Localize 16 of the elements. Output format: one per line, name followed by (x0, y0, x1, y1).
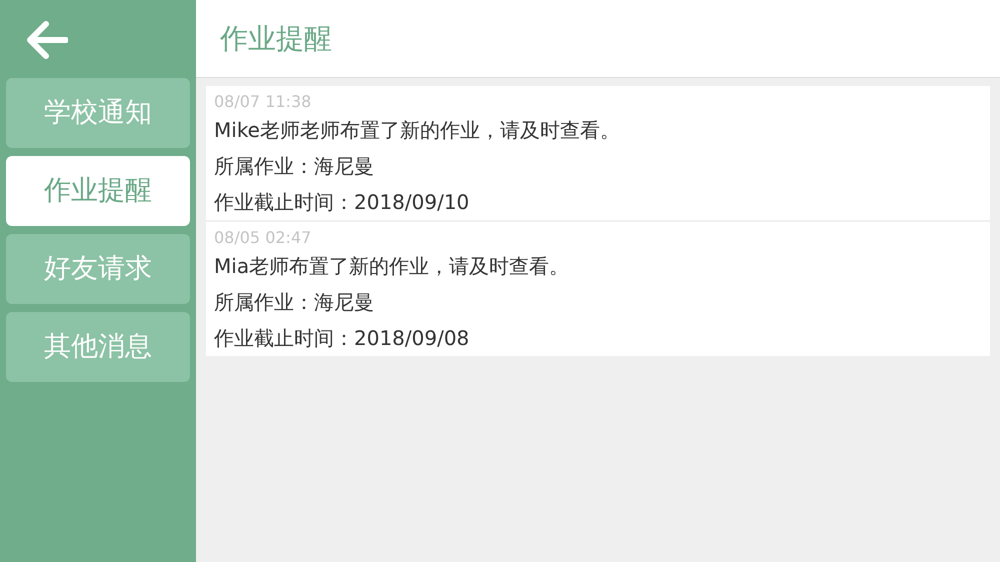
back-arrow-icon[interactable] (24, 20, 68, 60)
deadline-text: 作业截止时间：2018/09/08 (214, 326, 470, 350)
message-text: Mia老师布置了新的作业，请及时查看。 (214, 254, 570, 278)
sidebar-tab[interactable]: 学校通知 (6, 78, 190, 148)
message-card[interactable]: 08/07 11:38 Mike老师老师布置了新的作业，请及时查看。 所属作业：海尼曼 作业截止时间：2018/09/10 (206, 86, 990, 220)
sidebar-tab[interactable]: 好友请求 (6, 234, 190, 304)
message-card[interactable]: 08/05 02:47 Mia老师布置了新的作业，请及时查看。 所属作业：海尼曼 作业截止时间：2018/09/08 (206, 222, 990, 356)
sidebar-tab[interactable]: 作业提醒 (6, 156, 190, 226)
page-title: 作业提醒 (220, 20, 332, 56)
deadline-text: 作业截止时间：2018/09/10 (214, 190, 470, 214)
message-time: 08/07 11:38 (214, 92, 312, 112)
message-text: Mike老师老师布置了新的作业，请及时查看。 (214, 118, 621, 142)
message-time: 08/05 02:47 (214, 228, 312, 248)
sidebar-tab[interactable]: 其他消息 (6, 312, 190, 382)
homework-name: 所属作业：海尼曼 (214, 154, 375, 178)
homework-name: 所属作业：海尼曼 (214, 290, 375, 314)
